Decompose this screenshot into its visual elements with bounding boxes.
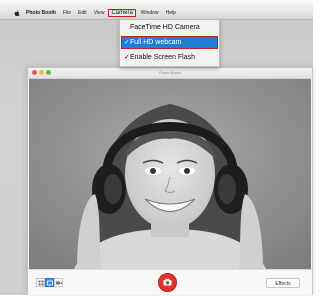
bottom-toolbar: Effects (28, 269, 312, 295)
menu-item-full-hd-webcam[interactable]: ✓ Full HD webcam (121, 36, 218, 49)
menu-item-label: Enable Screen Flash (130, 54, 195, 61)
mode-selector (36, 278, 63, 287)
menu-item-label: FaceTime HD Camera (130, 24, 200, 31)
menu-file[interactable]: File (63, 10, 71, 16)
menu-view[interactable]: View (94, 10, 105, 16)
menu-camera[interactable]: Camera (108, 9, 136, 17)
menu-help[interactable]: Help (166, 10, 176, 16)
camera-icon (163, 278, 172, 286)
menu-item-label: Full HD webcam (130, 39, 182, 46)
camera-preview-photo (29, 79, 311, 269)
apple-logo-icon[interactable] (14, 9, 20, 17)
window-title: Photo Booth (158, 70, 182, 75)
menu-window[interactable]: Window (141, 10, 159, 16)
menu-app-name[interactable]: Photo Booth (26, 10, 56, 16)
photo-booth-window: Photo Booth Effects (27, 67, 313, 295)
menu-item-facetime-hd-camera[interactable]: FaceTime HD Camera (122, 22, 217, 33)
single-photo-icon[interactable] (45, 278, 54, 287)
multi-shot-icon[interactable] (36, 278, 45, 287)
camera-dropdown-menu: FaceTime HD Camera ✓ Full HD webcam ✓ En… (119, 19, 220, 67)
menu-edit[interactable]: Edit (78, 10, 87, 16)
effects-button[interactable]: Effects (266, 278, 300, 288)
take-photo-button[interactable] (158, 273, 177, 292)
window-titlebar[interactable]: Photo Booth (28, 68, 312, 79)
camera-preview (29, 79, 311, 269)
menu-item-enable-screen-flash[interactable]: ✓ Enable Screen Flash (122, 52, 217, 63)
video-icon[interactable] (54, 278, 63, 287)
